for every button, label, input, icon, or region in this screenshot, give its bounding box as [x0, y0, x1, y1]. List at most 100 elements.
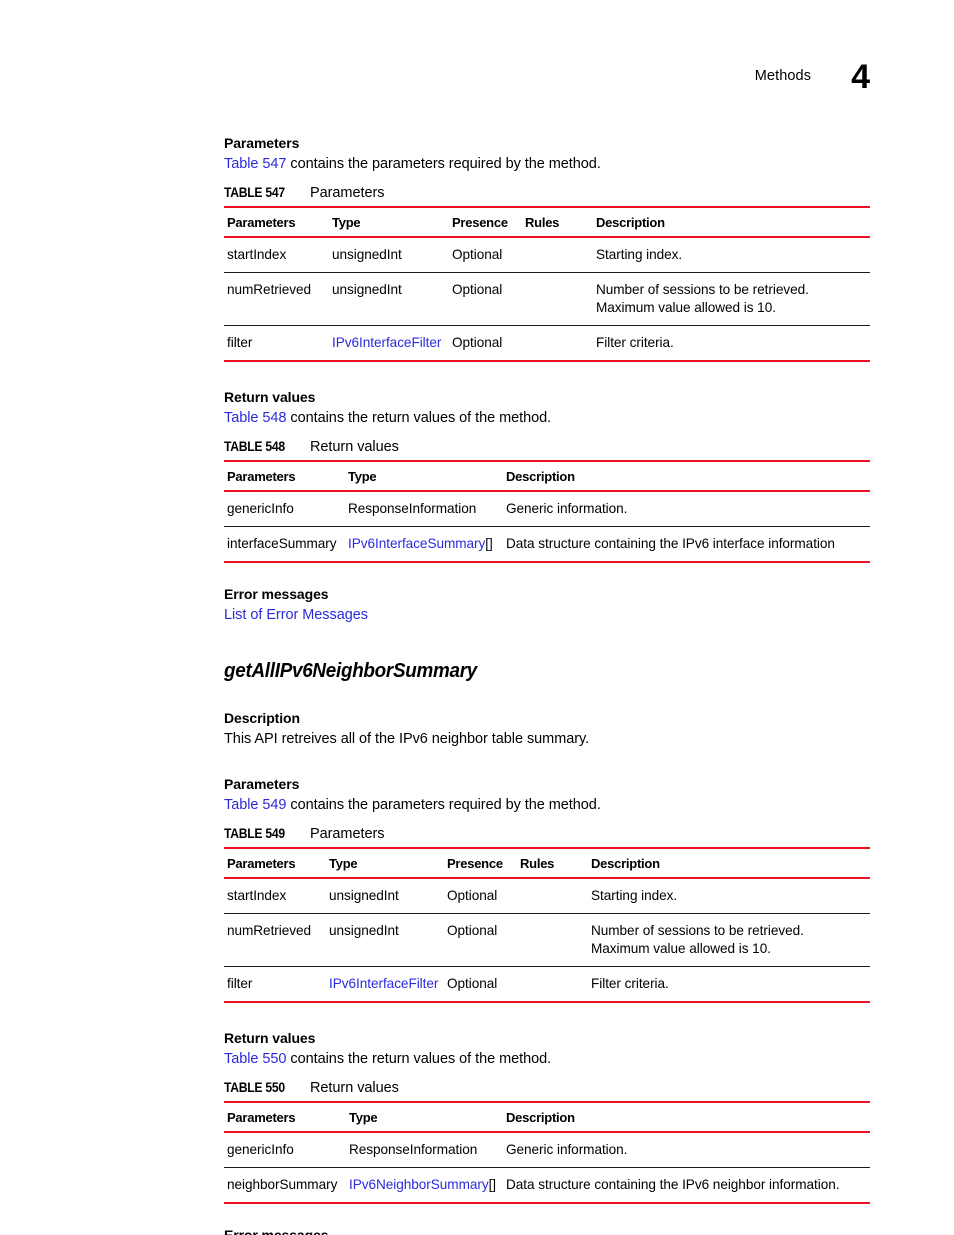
cell-type: unsignedInt — [329, 237, 449, 273]
link-type-ipv6interfacefilter[interactable]: IPv6InterfaceFilter — [332, 335, 441, 350]
cell-parameter: filter — [224, 325, 329, 362]
col-header-type: Type — [345, 460, 503, 492]
cell-parameter: filter — [224, 966, 326, 1003]
cell-rules — [517, 966, 588, 1003]
table-row: genericInfo ResponseInformation Generic … — [224, 491, 870, 527]
table-547: Parameters Type Presence Rules Descripti… — [224, 206, 870, 362]
table-row: neighborSummary IPv6NeighborSummary[] Da… — [224, 1167, 870, 1204]
table-547-header-row: Parameters Type Presence Rules Descripti… — [224, 206, 870, 238]
table-548-header-row: Parameters Type Description — [224, 460, 870, 492]
cell-rules — [522, 325, 593, 362]
link-table-547[interactable]: Table 547 — [224, 156, 286, 172]
caption-table-548: TABLE 548 Return values — [224, 438, 870, 456]
caption-number-549: TABLE 549 — [224, 826, 285, 841]
table-row: interfaceSummary IPv6InterfaceSummary[] … — [224, 526, 870, 563]
heading-return-values-1: Return values — [224, 389, 316, 405]
intro-table-548-rest: contains the return values of the method… — [286, 410, 552, 426]
cell-type: unsignedInt — [329, 272, 449, 326]
cell-description: Filter criteria. — [593, 325, 870, 362]
link-list-of-error-messages[interactable]: List of Error Messages — [224, 607, 368, 623]
caption-table-547: TABLE 547 Parameters — [224, 184, 870, 202]
cell-rules — [522, 272, 593, 326]
cell-type: IPv6NeighborSummary[] — [346, 1167, 503, 1204]
intro-table-547: Table 547 contains the parameters requir… — [224, 154, 870, 174]
api-method-title: getAllIPv6NeighborSummary — [224, 659, 478, 682]
table-549-header-row: Parameters Type Presence Rules Descripti… — [224, 847, 870, 879]
caption-text-547: Parameters — [310, 185, 385, 201]
heading-error-messages-1: Error messages — [224, 586, 329, 602]
intro-table-547-rest: contains the parameters required by the … — [286, 156, 601, 172]
cell-description: Generic information. — [503, 1132, 870, 1168]
caption-number-548: TABLE 548 — [224, 439, 285, 454]
link-table-549[interactable]: Table 549 — [224, 797, 286, 813]
error-messages-1-link-line: List of Error Messages — [224, 605, 870, 625]
cell-type: unsignedInt — [326, 878, 444, 914]
heading-parameters-1: Parameters — [224, 135, 300, 151]
heading-parameters-2: Parameters — [224, 776, 300, 792]
caption-text-550: Return values — [310, 1080, 399, 1096]
col-header-parameters: Parameters — [224, 1101, 346, 1133]
cell-description: Number of sessions to be retrieved. Maxi… — [593, 272, 870, 326]
cell-presence: Optional — [449, 272, 522, 326]
heading-error-messages-2: Error messages — [224, 1227, 329, 1235]
cell-description: Number of sessions to be retrieved. Maxi… — [588, 913, 870, 967]
cell-rules — [517, 913, 588, 967]
table-row: numRetrieved unsignedInt Optional Number… — [224, 913, 870, 967]
table-row: startIndex unsignedInt Optional Starting… — [224, 237, 870, 273]
col-header-type: Type — [326, 847, 444, 879]
cell-presence: Optional — [444, 878, 517, 914]
cell-type-text: ResponseInformation — [348, 501, 477, 516]
table-row: filter IPv6InterfaceFilter Optional Filt… — [224, 325, 870, 362]
cell-parameter: genericInfo — [224, 1132, 346, 1168]
table-row: numRetrieved unsignedInt Optional Number… — [224, 272, 870, 326]
col-header-type: Type — [346, 1101, 503, 1133]
table-550-header-row: Parameters Type Description — [224, 1101, 870, 1133]
cell-description: Starting index. — [588, 878, 870, 914]
cell-type: IPv6InterfaceFilter — [329, 325, 449, 362]
cell-parameter: startIndex — [224, 237, 329, 273]
table-row: filter IPv6InterfaceFilter Optional Filt… — [224, 966, 870, 1003]
caption-text-548: Return values — [310, 439, 399, 455]
link-type-ipv6interfacefilter[interactable]: IPv6InterfaceFilter — [329, 976, 438, 991]
cell-type: IPv6InterfaceSummary[] — [345, 526, 503, 563]
cell-type-array-suffix: [] — [488, 1177, 497, 1192]
cell-type: unsignedInt — [326, 913, 444, 967]
cell-description: Data structure containing the IPv6 inter… — [503, 526, 870, 563]
cell-parameter: neighborSummary — [224, 1167, 346, 1204]
col-header-parameters: Parameters — [224, 460, 345, 492]
cell-presence: Optional — [444, 966, 517, 1003]
table-row: startIndex unsignedInt Optional Starting… — [224, 878, 870, 914]
col-header-presence: Presence — [444, 847, 517, 879]
running-header: Methods 4 — [754, 52, 870, 94]
cell-rules — [517, 878, 588, 914]
cell-parameter: genericInfo — [224, 491, 345, 527]
cell-description: Data structure containing the IPv6 neigh… — [503, 1167, 870, 1204]
cell-type-text: unsignedInt — [329, 888, 399, 903]
cell-type-array-suffix: [] — [485, 536, 493, 551]
chapter-number: 4 — [851, 58, 870, 96]
col-header-description: Description — [593, 206, 870, 238]
cell-type-text: unsignedInt — [332, 282, 402, 297]
cell-parameter: interfaceSummary — [224, 526, 345, 563]
link-table-550[interactable]: Table 550 — [224, 1051, 286, 1067]
heading-return-values-2: Return values — [224, 1030, 316, 1046]
cell-type-text: unsignedInt — [332, 247, 402, 262]
link-type-ipv6neighborsummary[interactable]: IPv6NeighborSummary — [349, 1177, 489, 1192]
link-table-548[interactable]: Table 548 — [224, 410, 286, 426]
running-header-label: Methods — [754, 68, 812, 84]
col-header-description: Description — [588, 847, 870, 879]
col-header-presence: Presence — [449, 206, 522, 238]
table-548: Parameters Type Description genericInfo … — [224, 460, 870, 563]
col-header-type: Type — [329, 206, 449, 238]
link-type-ipv6interfacesummary[interactable]: IPv6InterfaceSummary — [348, 536, 485, 551]
intro-table-548: Table 548 contains the return values of … — [224, 408, 870, 428]
cell-description: Starting index. — [593, 237, 870, 273]
cell-presence: Optional — [444, 913, 517, 967]
col-header-parameters: Parameters — [224, 847, 326, 879]
intro-table-549-rest: contains the parameters required by the … — [286, 797, 601, 813]
table-550: Parameters Type Description genericInfo … — [224, 1101, 870, 1204]
cell-type: ResponseInformation — [345, 491, 503, 527]
col-header-parameters: Parameters — [224, 206, 329, 238]
cell-presence: Optional — [449, 237, 522, 273]
cell-parameter: numRetrieved — [224, 913, 326, 967]
